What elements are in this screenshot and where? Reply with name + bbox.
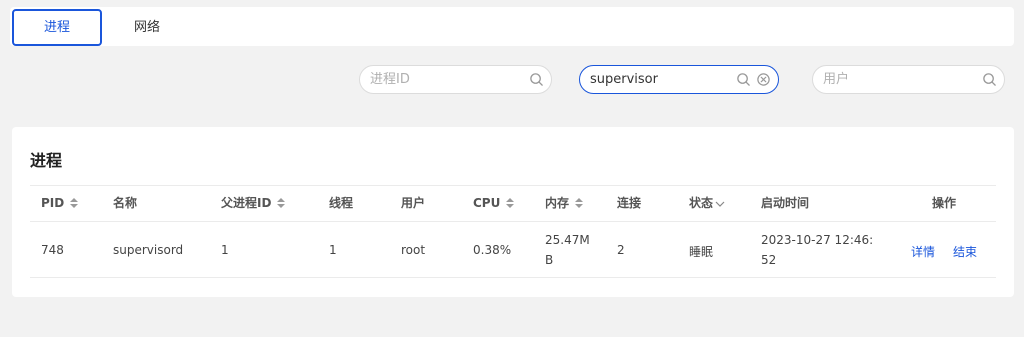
cell-cpu: 0.38% <box>473 243 512 257</box>
column-header-connections: 连接 <box>617 196 642 210</box>
sort-icon[interactable] <box>70 198 79 208</box>
cell-memory-line-1: 25.47M <box>545 233 590 247</box>
column-header-memory[interactable]: 内存 <box>545 186 584 221</box>
clear-icon[interactable] <box>756 72 771 87</box>
name-search-field <box>579 65 779 94</box>
section-title: 进程 <box>30 151 63 170</box>
cell-user: root <box>401 243 426 257</box>
cell-connections: 2 <box>617 243 625 257</box>
cell-start-time-line-1: 2023-10-27 12:46: <box>761 233 874 247</box>
sort-icon[interactable] <box>575 198 584 208</box>
sort-icon[interactable] <box>506 198 515 208</box>
column-header-threads: 线程 <box>329 196 354 210</box>
column-header-user: 用户 <box>401 196 426 210</box>
column-header-start-time: 启动时间 <box>761 196 810 210</box>
column-header-pid[interactable]: PID <box>41 186 79 221</box>
cell-memory-line-2: B <box>545 253 554 267</box>
sort-icon[interactable] <box>277 198 286 208</box>
column-header-ppid[interactable]: 父进程ID <box>221 186 286 221</box>
cell-name: supervisord <box>113 243 184 257</box>
table-row: 748 supervisord 1 1 root 0.38% 25.47M B … <box>30 222 996 278</box>
cell-ppid: 1 <box>221 243 229 257</box>
tab-network[interactable]: 网络 <box>122 9 172 46</box>
cell-status: 睡眠 <box>689 245 714 259</box>
cell-pid: 748 <box>41 243 64 257</box>
detail-link[interactable]: 详情 <box>911 243 935 260</box>
user-search-field <box>812 65 1005 94</box>
pid-search-field <box>359 65 552 94</box>
user-search-input[interactable] <box>823 66 963 93</box>
column-header-status[interactable]: 状态 <box>689 186 725 221</box>
search-icon[interactable] <box>736 72 751 87</box>
pid-search-input[interactable] <box>370 66 510 93</box>
cell-start-time-line-2: 52 <box>761 253 777 267</box>
column-header-name: 名称 <box>113 196 138 210</box>
end-process-link[interactable]: 结束 <box>953 243 977 260</box>
table-header: PID 名称 父进程ID 线程 用户 CPU 内存 连接 状态 启动时间 操作 <box>30 185 996 222</box>
tab-process[interactable]: 进程 <box>12 9 102 46</box>
process-card: 进程 PID 名称 父进程ID 线程 用户 CPU 内存 连接 状态 启动时间 … <box>12 127 1014 297</box>
name-search-input[interactable] <box>590 66 730 93</box>
cell-threads: 1 <box>329 243 337 257</box>
tab-bar: 进程 网络 <box>10 7 1014 46</box>
search-icon[interactable] <box>529 72 544 87</box>
search-icon[interactable] <box>982 72 997 87</box>
column-header-actions: 操作 <box>932 196 957 210</box>
chevron-down-icon[interactable] <box>715 200 725 208</box>
column-header-cpu[interactable]: CPU <box>473 186 515 221</box>
